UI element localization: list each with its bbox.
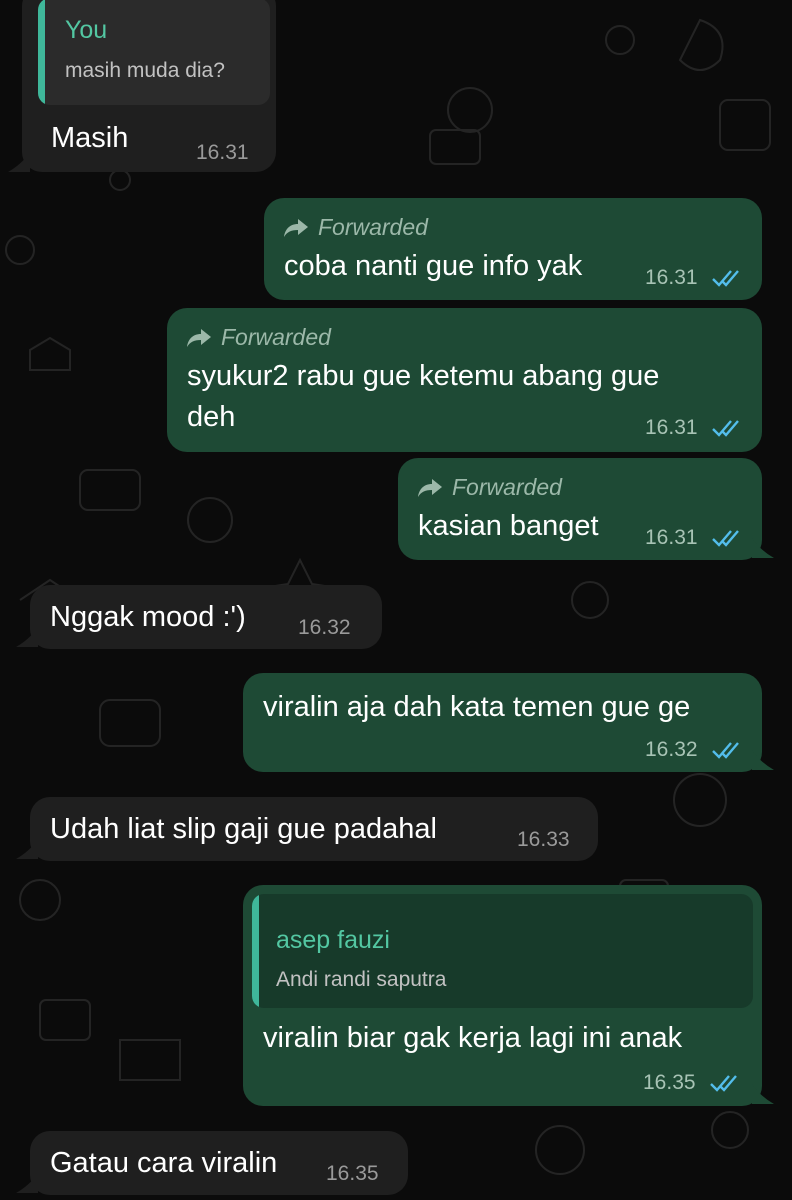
quote-text: masih muda dia? bbox=[65, 59, 225, 82]
message-text: Gatau cara viralin bbox=[50, 1147, 278, 1179]
message-text-line-1: syukur2 rabu gue ketemu abang gue bbox=[187, 360, 660, 392]
double-check-icon bbox=[712, 270, 739, 287]
outgoing-message[interactable]: asep fauzi Andi randi saputra viralin bi… bbox=[243, 885, 762, 1106]
quote-author: asep fauzi bbox=[276, 926, 390, 954]
forwarded-text: Forwarded bbox=[221, 324, 331, 350]
forward-arrow-icon bbox=[284, 219, 308, 237]
quote-author: You bbox=[65, 16, 108, 44]
forwarded-label: Forwarded bbox=[187, 324, 331, 351]
double-check-icon bbox=[712, 742, 739, 759]
outgoing-message[interactable]: Forwarded syukur2 rabu gue ketemu abang … bbox=[167, 308, 762, 452]
forwarded-text: Forwarded bbox=[318, 214, 428, 240]
quoted-message[interactable]: You masih muda dia? bbox=[38, 0, 270, 105]
forward-arrow-icon bbox=[187, 329, 211, 347]
forward-arrow-icon bbox=[418, 479, 442, 497]
message-time: 16.31 bbox=[645, 526, 698, 549]
message-text: coba nanti gue info yak bbox=[284, 250, 583, 282]
message-time: 16.35 bbox=[643, 1071, 696, 1094]
message-time: 16.32 bbox=[298, 616, 351, 639]
incoming-message[interactable]: Gatau cara viralin 16.35 bbox=[30, 1131, 408, 1195]
bubble-tail bbox=[752, 538, 774, 558]
message-time: 16.32 bbox=[645, 738, 698, 761]
outgoing-message[interactable]: Forwarded coba nanti gue info yak 16.31 bbox=[264, 198, 762, 300]
message-text: viralin aja dah kata temen gue ge bbox=[263, 691, 691, 723]
message-text: viralin biar gak kerja lagi ini anak bbox=[263, 1022, 683, 1054]
message-text: Masih bbox=[51, 122, 129, 154]
incoming-message[interactable]: You masih muda dia? Masih 16.31 bbox=[22, 0, 276, 172]
outgoing-message[interactable]: viralin aja dah kata temen gue ge 16.32 bbox=[243, 673, 762, 772]
double-check-icon bbox=[712, 420, 739, 437]
quote-accent-bar bbox=[38, 0, 45, 105]
double-check-icon bbox=[710, 1075, 737, 1092]
forwarded-label: Forwarded bbox=[418, 474, 562, 501]
message-time: 16.35 bbox=[326, 1162, 379, 1185]
bubble-tail bbox=[752, 1084, 774, 1104]
message-text-line-2: deh bbox=[187, 401, 236, 433]
bubble-tail bbox=[16, 627, 38, 647]
quote-accent-bar bbox=[252, 894, 259, 1008]
message-text: Nggak mood :') bbox=[50, 601, 246, 633]
quote-text: Andi randi saputra bbox=[276, 968, 447, 991]
bubble-tail bbox=[16, 1173, 38, 1193]
outgoing-message[interactable]: Forwarded kasian banget 16.31 bbox=[398, 458, 762, 560]
message-time: 16.31 bbox=[645, 416, 698, 439]
quoted-message[interactable]: asep fauzi Andi randi saputra bbox=[252, 894, 753, 1008]
message-time: 16.33 bbox=[517, 828, 570, 851]
incoming-message[interactable]: Udah liat slip gaji gue padahal 16.33 bbox=[30, 797, 598, 861]
bubble-tail bbox=[8, 152, 30, 172]
message-time: 16.31 bbox=[645, 266, 698, 289]
message-text: Udah liat slip gaji gue padahal bbox=[50, 813, 437, 845]
bubble-tail bbox=[16, 839, 38, 859]
double-check-icon bbox=[712, 530, 739, 547]
message-text: kasian banget bbox=[418, 510, 599, 542]
incoming-message[interactable]: Nggak mood :') 16.32 bbox=[30, 585, 382, 649]
forwarded-text: Forwarded bbox=[452, 474, 562, 500]
forwarded-label: Forwarded bbox=[284, 214, 428, 241]
message-time: 16.31 bbox=[196, 141, 249, 164]
bubble-tail bbox=[752, 750, 774, 770]
